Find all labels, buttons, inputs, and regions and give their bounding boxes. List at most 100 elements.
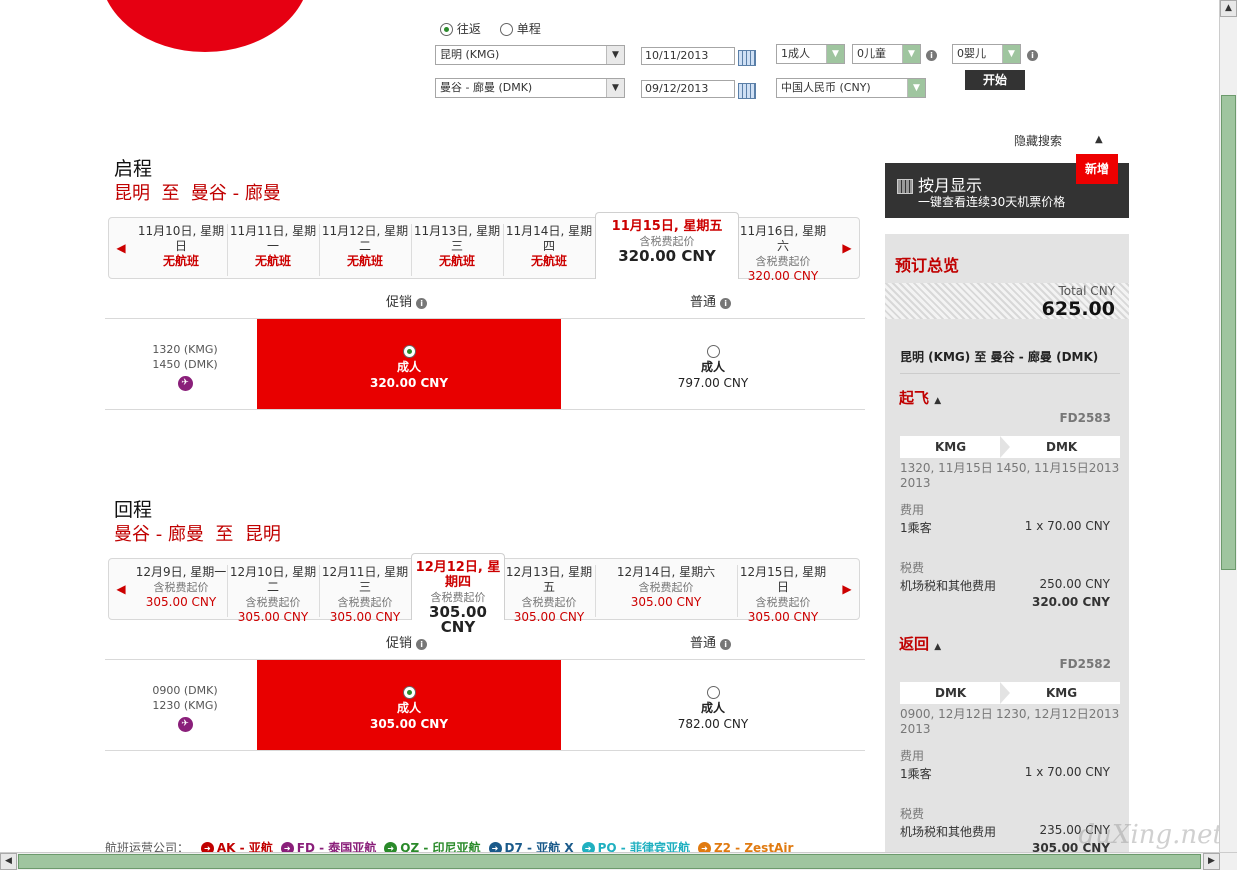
fare-radio-icon[interactable] (706, 345, 720, 358)
date-option[interactable]: 11月13日, 星期三 无航班 (411, 224, 503, 278)
info-icon[interactable]: i (720, 298, 732, 309)
depart-toggle[interactable]: 起飞 ▲ (899, 387, 941, 408)
hide-search-link[interactable]: 隐藏搜索 (1014, 132, 1062, 149)
vertical-scrollbar[interactable]: ▲ (1219, 0, 1237, 853)
inbound-promo-fare[interactable]: 成人 305.00 CNY (257, 660, 561, 750)
summary-route: 昆明 (KMG) 至 曼谷 - 廊曼 (DMK) (900, 350, 1099, 364)
next-arrow-icon[interactable]: ▶ (835, 559, 859, 619)
radio-round-icon[interactable] (440, 23, 453, 36)
normal-pax-label: 成人 (700, 701, 725, 715)
chevron-down-icon[interactable]: ▼ (606, 46, 624, 64)
depart-from: KMG (935, 440, 967, 454)
outbound-normal-fare[interactable]: 成人 797.00 CNY (561, 319, 865, 409)
date-option[interactable]: 12月15日, 星期日 含税费起价 305.00 CNY (737, 565, 829, 624)
fare-radio-selected-icon[interactable] (402, 686, 416, 699)
date-price: 305.00 CNY (145, 595, 217, 609)
caret-up-icon: ▲ (934, 396, 942, 406)
date-price: 305.00 CNY (237, 610, 309, 624)
price-prefix: 含税费起价 (638, 581, 694, 594)
watermark: duXing.net (1078, 820, 1223, 850)
date-option[interactable]: 12月11日, 星期三 含税费起价 305.00 CNY (319, 565, 411, 624)
total-label: Total CNY (1058, 284, 1115, 298)
outbound-route: 昆明 至 曼谷 - 廊曼 (114, 183, 281, 204)
destination-select[interactable]: 曼谷 - 廊曼 (DMK) ▼ (435, 78, 625, 98)
return-toggle[interactable]: 返回 ▲ (899, 633, 941, 654)
trip-round-option[interactable]: 往返 (440, 20, 481, 37)
info-icon[interactable]: i (416, 298, 428, 309)
radio-oneway-icon[interactable] (500, 23, 513, 36)
promo-price: 305.00 CNY (369, 717, 449, 731)
fare-radio-icon[interactable] (706, 686, 720, 699)
hide-search-label: 隐藏搜索 (1014, 134, 1063, 148)
return-flight-no: FD2582 (1059, 657, 1111, 671)
currency-select[interactable]: 中国人民币 (CNY) ▼ (776, 78, 926, 98)
depart-subtotal: 320.00 CNY (1031, 595, 1110, 609)
date-option[interactable]: 12月10日, 星期二 含税费起价 305.00 CNY (227, 565, 319, 624)
outbound-promo-fare[interactable]: 成人 320.00 CNY (257, 319, 561, 409)
chevron-down-icon[interactable]: ▼ (902, 45, 920, 63)
return-date-input[interactable]: 09/12/2013 (641, 80, 735, 98)
calendar-icon[interactable] (738, 50, 756, 66)
date-option[interactable]: 12月9日, 星期一 含税费起价 305.00 CNY (135, 565, 227, 619)
date-option[interactable]: 11月12日, 星期二 无航班 (319, 224, 411, 278)
adults-select[interactable]: 1成人 ▼ (776, 44, 845, 64)
depart-fee-label: 费用 (900, 503, 925, 517)
next-arrow-icon[interactable]: ▶ (835, 218, 859, 278)
info-icon[interactable]: i (1027, 50, 1038, 61)
inbound-normal-fare[interactable]: 成人 782.00 CNY (561, 660, 865, 750)
date-option[interactable]: 11月10日, 星期日 无航班 (135, 224, 227, 278)
info-icon[interactable]: i (926, 50, 937, 61)
airline-plane-icon[interactable]: ✈ (177, 376, 193, 391)
info-icon[interactable]: i (416, 639, 428, 650)
scroll-right-icon[interactable]: ▶ (1203, 853, 1220, 870)
info-icon[interactable]: i (720, 639, 732, 650)
trip-oneway-option[interactable]: 单程 (500, 20, 541, 37)
prev-arrow-icon[interactable]: ◀ (109, 559, 133, 619)
date-label: 12月15日, 星期日 (739, 565, 827, 594)
date-option[interactable]: 12月13日, 星期五 含税费起价 305.00 CNY (503, 565, 595, 624)
calendar-icon[interactable] (738, 83, 756, 99)
chevron-down-icon[interactable]: ▼ (606, 79, 624, 97)
caret-up-icon: ▲ (934, 642, 942, 652)
promo-pax-label: 成人 (396, 701, 421, 715)
normal-price: 797.00 CNY (677, 376, 749, 390)
total-amount: 625.00 (1041, 298, 1115, 320)
chevron-down-icon[interactable]: ▼ (1002, 45, 1020, 63)
search-submit-button[interactable]: 开始 (965, 70, 1025, 90)
infants-select[interactable]: 0婴儿 ▼ (952, 44, 1021, 64)
trip-round-label: 往返 (456, 22, 481, 36)
caret-up-icon[interactable]: ▲ (1095, 134, 1103, 145)
horizontal-scroll-thumb[interactable] (18, 854, 1201, 869)
brand-logo[interactable] (100, 0, 310, 52)
chevron-down-icon[interactable]: ▼ (907, 79, 925, 97)
origin-select[interactable]: 昆明 (KMG) ▼ (435, 45, 625, 65)
children-select[interactable]: 0儿童 ▼ (852, 44, 921, 64)
airline-plane-icon[interactable]: ✈ (177, 717, 193, 732)
divider (900, 373, 1120, 374)
date-option[interactable]: 11月16日, 星期六 含税费起价 320.00 CNY (737, 224, 829, 283)
outbound-times: 1320 (KMG) 1450 (DMK) ✈ (125, 342, 245, 391)
date-option[interactable]: 12月14日, 星期六 含税费起价 305.00 CNY (595, 565, 737, 619)
return-from-time: 0900, 12月12日 2013 (900, 707, 993, 736)
chevron-down-icon[interactable]: ▼ (826, 45, 844, 63)
date-option[interactable]: 11月14日, 星期四 无航班 (503, 224, 595, 278)
date-option[interactable]: 11月11日, 星期一 无航班 (227, 224, 319, 278)
children-value: 0儿童 (857, 47, 886, 60)
depart-to: DMK (1046, 440, 1078, 454)
depart-date-input[interactable]: 10/11/2013 (641, 47, 735, 65)
date-label: 11月15日, 星期五 (611, 219, 723, 234)
vertical-scroll-thumb[interactable] (1221, 95, 1236, 570)
scroll-left-icon[interactable]: ◀ (0, 853, 17, 870)
return-leg: DMK KMG (900, 682, 1120, 704)
date-price: 305.00 CNY (329, 610, 401, 624)
outbound-arr-time: 1450 (DMK) (152, 358, 218, 371)
fare-radio-selected-icon[interactable] (402, 345, 416, 358)
date-option[interactable]: 11月15日, 星期五 含税费起价 320.00 CNY (595, 212, 739, 279)
promo-header-label: 促销 (386, 636, 413, 651)
return-pax: 1乘客 (900, 767, 932, 781)
date-option[interactable]: 12月12日, 星期四 含税费起价 305.00 CNY (411, 553, 505, 635)
scroll-up-icon[interactable]: ▲ (1220, 0, 1237, 17)
horizontal-scrollbar[interactable]: ◀ ▶ (0, 852, 1237, 870)
prev-arrow-icon[interactable]: ◀ (109, 218, 133, 278)
promo-price: 320.00 CNY (369, 376, 449, 390)
